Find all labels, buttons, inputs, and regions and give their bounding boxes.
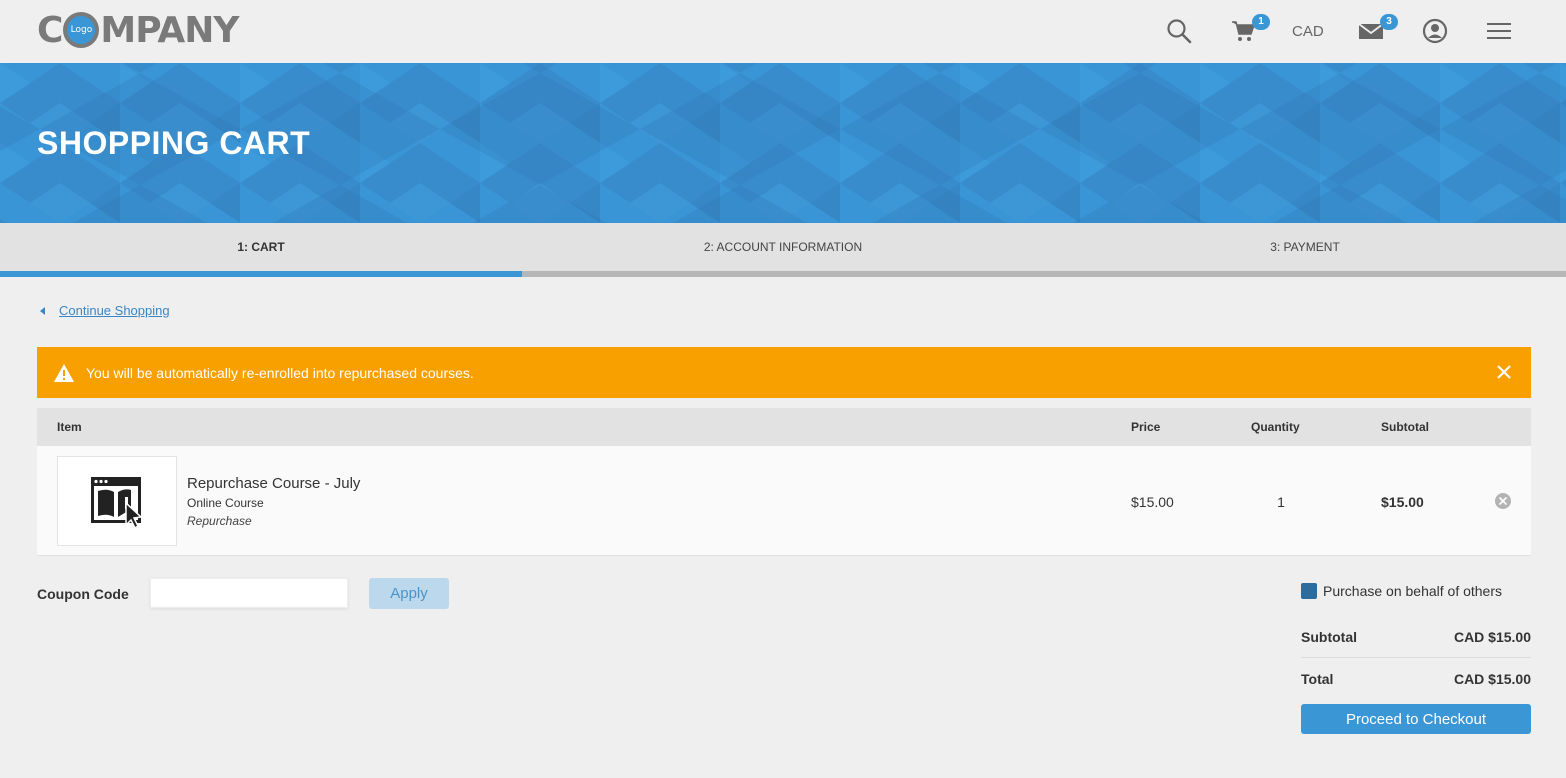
item-price: $15.00 [1131,494,1174,510]
cart-count-badge: 1 [1252,14,1270,30]
purchase-on-behalf-label: Purchase on behalf of others [1323,583,1503,599]
close-icon[interactable] [1493,361,1515,383]
summary-subtotal-label: Subtotal [1301,629,1357,645]
warning-icon [53,363,75,383]
cart-item-row: Repurchase Course - July Online Course R… [37,446,1531,556]
step-payment[interactable]: 3: PAYMENT [1044,223,1566,271]
step-progress-fill [0,271,522,277]
item-type: Online Course [187,496,264,510]
online-course-icon [91,477,143,530]
currency-selector[interactable]: CAD [1292,23,1324,40]
checkbox-box[interactable] [1301,583,1317,599]
continue-shopping-link[interactable]: Continue Shopping [59,303,170,318]
summary-total-label: Total [1301,671,1334,687]
item-quantity: 1 [1277,494,1285,510]
continue-shopping: Continue Shopping [37,303,170,318]
step-progress-bar [0,271,1566,277]
summary-total-value: CAD $15.00 [1453,671,1531,687]
alert-message: You will be automatically re-enrolled in… [86,364,474,381]
item-note: Repurchase [187,514,252,528]
summary-total: Total CAD $15.00 [1301,671,1531,687]
caret-left-icon [40,306,45,315]
summary-subtotal-value: CAD $15.00 [1453,629,1531,645]
coupon-code-input[interactable] [150,578,348,608]
page-banner: SHOPPING CART [0,63,1566,223]
proceed-to-checkout-button[interactable]: Proceed to Checkout [1301,704,1531,734]
account-icon[interactable] [1420,16,1450,46]
cart-table-header: Item Price Quantity Subtotal [37,408,1531,446]
cart-icon[interactable]: 1 [1228,14,1270,46]
messages-count-badge: 3 [1380,14,1398,30]
reenroll-alert: You will be automatically re-enrolled in… [37,347,1531,398]
column-header-price: Price [1131,420,1161,434]
step-cart[interactable]: 1: CART [0,223,522,271]
summary-divider [1301,657,1531,658]
purchase-on-behalf-checkbox[interactable]: Purchase on behalf of others [1301,583,1502,599]
checkout-steps: 1: CART 2: ACCOUNT INFORMATION 3: PAYMEN… [0,223,1566,277]
menu-icon[interactable] [1484,16,1514,46]
item-subtotal: $15.00 [1381,494,1424,510]
item-name[interactable]: Repurchase Course - July [187,475,360,492]
step-account-information[interactable]: 2: ACCOUNT INFORMATION [522,223,1044,271]
column-header-subtotal: Subtotal [1381,420,1429,434]
coupon-label: Coupon Code [37,586,129,602]
logo-text-end: MPANY [100,9,239,51]
top-header: C Logo MPANY 1 CAD 3 [0,0,1566,63]
mail-icon[interactable]: 3 [1356,14,1398,46]
search-icon[interactable] [1164,16,1194,46]
apply-coupon-button[interactable]: Apply [369,578,449,609]
summary-subtotal: Subtotal CAD $15.00 [1301,629,1531,645]
logo-badge: Logo [63,12,100,48]
course-thumbnail[interactable] [57,456,177,546]
remove-item-icon[interactable] [1494,492,1512,510]
page-title: SHOPPING CART [37,125,311,161]
logo-text-start: C [37,9,63,51]
column-header-item: Item [57,420,82,434]
column-header-quantity: Quantity [1251,420,1300,434]
company-logo[interactable]: C Logo MPANY [37,9,239,51]
